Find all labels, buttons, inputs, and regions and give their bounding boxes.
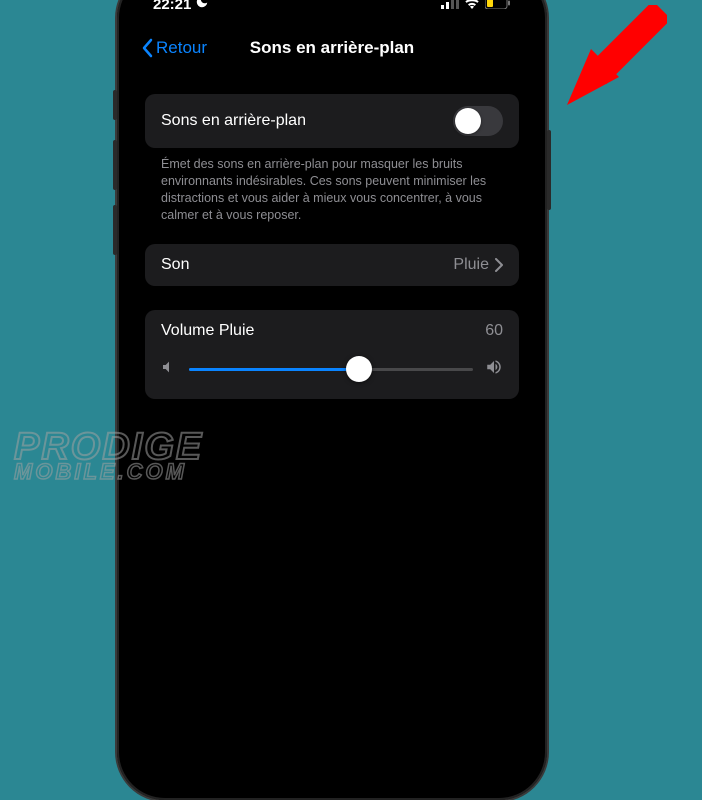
signal-icon [441,0,459,13]
sound-selection-row[interactable]: Son Pluie [145,244,519,286]
sound-label: Son [161,256,189,274]
battery-icon [485,0,511,13]
volume-cell: Volume Pluie 60 [145,310,519,399]
background-sounds-toggle-row: Sons en arrière-plan [145,94,519,148]
phone-frame: 22:21 Retour So [117,0,547,800]
volume-slider[interactable] [189,368,473,371]
toggle-description: Émet des sons en arrière-plan pour masqu… [145,148,519,244]
content: Sons en arrière-plan Émet des sons en ar… [129,70,535,399]
phone-mute-switch [113,90,117,120]
phone-volume-up [113,140,117,190]
toggle-knob [455,108,481,134]
nav-bar: Retour Sons en arrière-plan [129,26,535,70]
moon-icon [195,0,209,13]
notch [242,0,422,10]
speaker-low-icon [161,359,177,380]
slider-thumb [346,356,372,382]
status-time: 22:21 [153,0,191,13]
page-title: Sons en arrière-plan [250,38,414,58]
volume-value: 60 [485,322,503,340]
chevron-right-icon [495,258,503,272]
screen: 22:21 Retour So [129,0,535,788]
back-label: Retour [156,38,207,58]
annotation-arrow [537,5,667,150]
volume-label: Volume Pluie [161,322,254,340]
phone-volume-down [113,205,117,255]
background-sounds-toggle[interactable] [453,106,503,136]
wifi-icon [464,0,480,13]
chevron-left-icon [141,38,153,58]
slider-fill [189,368,359,371]
back-button[interactable]: Retour [141,38,207,58]
sound-value: Pluie [453,256,489,274]
speaker-high-icon [485,358,503,381]
toggle-label: Sons en arrière-plan [161,112,306,130]
